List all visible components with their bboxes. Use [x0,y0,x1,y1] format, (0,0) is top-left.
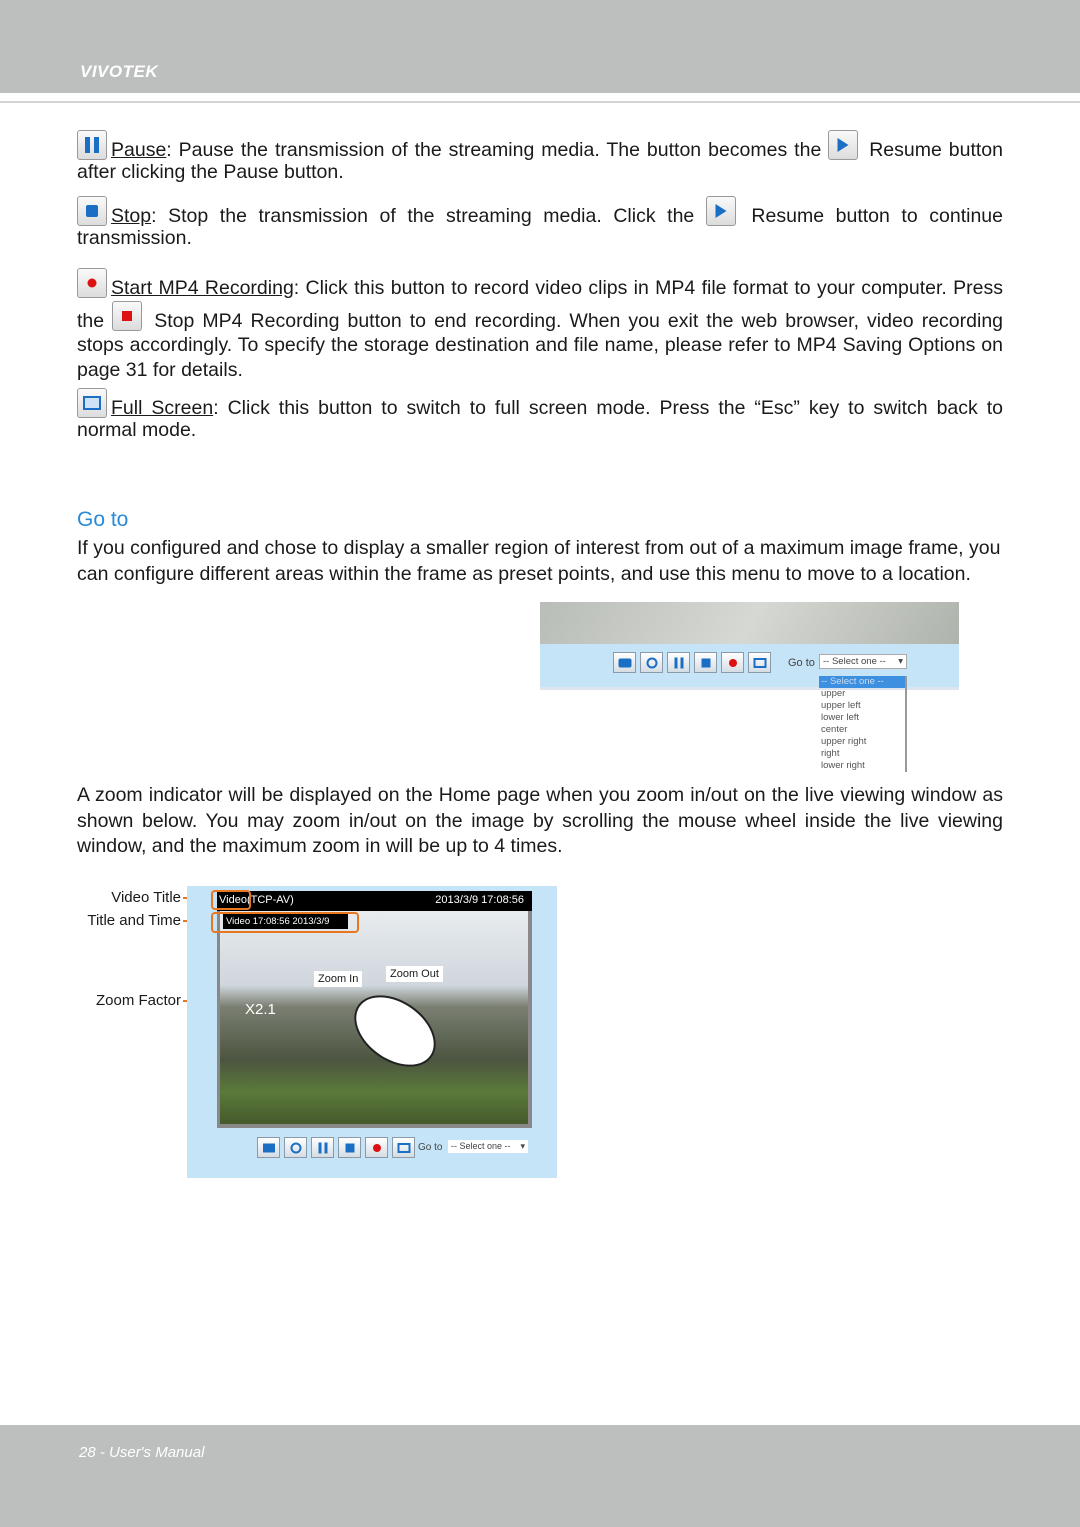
option[interactable]: right [819,748,905,760]
goto-select[interactable]: -- Select one -- ▾ [448,1140,528,1153]
zoom-body: A zoom indicator will be displayed on th… [77,784,1003,857]
option[interactable]: lower right [819,760,905,772]
goto-body: If you configured and chose to display a… [77,537,1001,585]
pause-button[interactable] [311,1137,334,1158]
option[interactable]: upper [819,688,905,700]
option[interactable]: upper left [819,700,905,712]
page-footer [0,1425,1080,1527]
goto-screenshot: Go to -- Select one -- ▾ -- Select one --… [540,602,959,774]
camera-image: Video 17:08:56 2013/3/9 X2.1 Zoom In Zoo… [220,911,528,1124]
header-divider [0,101,1080,103]
zoom-factor-label: Zoom Factor [95,992,181,1009]
stop-description: Stop: Stop the transmission of the strea… [77,196,1003,249]
zoom-button[interactable] [640,652,663,673]
fullscreen-description: Full Screen: Click this button to switch… [77,388,1003,441]
page-number: 28 - User's Manual [79,1444,205,1461]
pause-link: Pause [111,139,167,161]
chevron-down-icon: ▾ [898,656,903,667]
record-icon [77,268,107,298]
stop-button[interactable] [694,652,717,673]
snapshot-button[interactable] [613,652,636,673]
pause-icon [77,130,107,160]
mouse-icon [340,980,450,1082]
zoom-screenshot: Video(TCP-AV) 2013/3/9 17:08:56 Video 17:… [187,886,557,1178]
goto-dropdown: -- Select one -- upper upper left lower … [819,676,907,772]
option[interactable]: upper right [819,736,905,748]
zoom-out-label: Zoom Out [386,966,443,982]
record-link: Start MP4 Recording [111,277,294,299]
goto-label: Go to [418,1142,443,1153]
text: : Pause the transmission of the streamin… [166,139,829,161]
goto-label: Go to [788,657,815,669]
option[interactable]: lower left [819,712,905,724]
title-time-label: Title and Time [87,912,181,929]
text: : Stop the transmission of the streaming… [151,205,706,227]
page-header [0,0,1080,93]
option[interactable]: -- Select one -- [819,676,905,688]
pause-description: Pause: Pause the transmission of the str… [77,130,1003,183]
record-button[interactable] [721,652,744,673]
record-description: Start MP4 Recording: Click this button t… [77,268,1003,382]
fullscreen-button[interactable] [748,652,771,673]
zoom-factor: X2.1 [245,1001,276,1018]
video-title-label: Video Title [111,889,181,906]
datetime: 2013/3/9 17:08:56 [435,894,524,906]
stop-button[interactable] [338,1137,361,1158]
stop-record-icon [112,300,143,331]
snapshot-button[interactable] [257,1137,280,1158]
video-title-bar: Video(TCP-AV) 2013/3/9 17:08:56 [217,891,532,911]
highlight-box [211,890,251,910]
goto-select[interactable]: -- Select one -- ▾ [819,654,907,669]
stop-link: Stop [111,205,152,227]
pause-button[interactable] [667,652,690,673]
fullscreen-link: Full Screen [111,397,214,419]
protocol: (TCP-AV) [246,894,294,906]
text: Stop MP4 Recording button to end recordi… [77,309,1004,381]
resume-icon [705,196,736,226]
video-preview [540,602,959,644]
goto-selected: -- Select one -- [451,1141,511,1151]
fullscreen-icon [77,388,107,418]
goto-heading: Go to [77,508,129,531]
fullscreen-button[interactable] [392,1137,415,1158]
stop-icon [77,196,107,226]
highlight-box [211,912,359,933]
brand-logo: VIVOTEK [80,62,159,81]
zoom-button[interactable] [284,1137,307,1158]
resume-icon [828,130,859,160]
record-button[interactable] [365,1137,388,1158]
zoom-in-label: Zoom In [314,971,363,987]
text: : Click this button to switch to full sc… [77,397,1003,441]
goto-selected: -- Select one -- [823,656,886,667]
option[interactable]: center [819,724,905,736]
chevron-down-icon: ▾ [520,1141,525,1151]
